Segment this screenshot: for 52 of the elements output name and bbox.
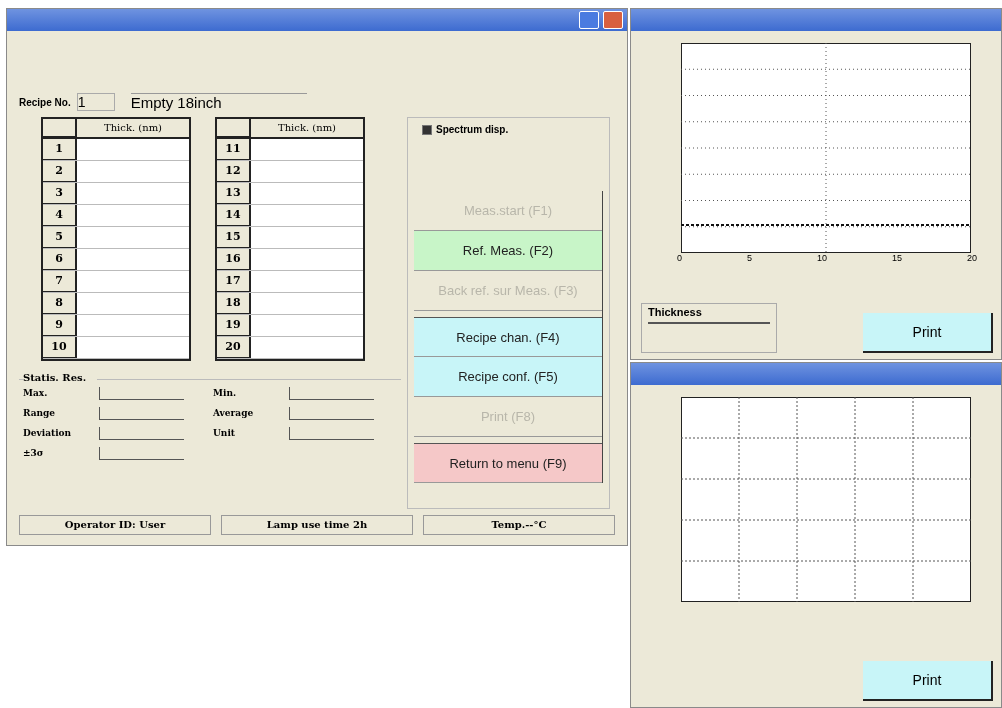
- stat-label: Unit: [213, 428, 236, 438]
- row-number: 17: [217, 271, 251, 292]
- row-number: 4: [43, 205, 77, 226]
- status-panel: Lamp use time 2h: [221, 515, 413, 535]
- axis-tick-label: 10: [816, 253, 827, 263]
- row-number: 12: [217, 161, 251, 182]
- row-number: 8: [43, 293, 77, 314]
- stat-label: Deviation: [23, 428, 73, 438]
- stat-label: Range: [23, 408, 57, 418]
- column-header: Thick. (nm): [102, 121, 164, 135]
- group-title: Thickness: [648, 306, 703, 318]
- print-button[interactable]: Print: [863, 661, 993, 701]
- row-number: 15: [217, 227, 251, 248]
- status-panel: Temp.--°C: [423, 515, 615, 535]
- row-number: 1: [43, 139, 77, 160]
- row-number: 11: [217, 139, 251, 160]
- axis-tick-label: 0: [677, 253, 682, 263]
- row-number: 14: [217, 205, 251, 226]
- row-number: 7: [43, 271, 77, 292]
- row-number: 2: [43, 161, 77, 182]
- stat-label: ±3σ: [23, 448, 45, 458]
- row-number: 19: [217, 315, 251, 336]
- minimize-button[interactable]: [579, 11, 599, 29]
- close-button[interactable]: [603, 11, 623, 29]
- row-number: 5: [43, 227, 77, 248]
- function-button[interactable]: Recipe conf. (F5): [414, 357, 602, 397]
- row-number: 6: [43, 249, 77, 270]
- recipe-label: Recipe No.: [19, 96, 71, 108]
- function-button[interactable]: Recipe chan. (F4): [414, 317, 602, 357]
- column-header: Thick. (nm): [276, 121, 338, 135]
- print-button[interactable]: Print: [863, 313, 993, 353]
- stat-label: Average: [213, 408, 255, 418]
- status-panel: Operator ID: User: [19, 515, 211, 535]
- row-number: 9: [43, 315, 77, 336]
- recipe-name: Empty 18inch: [130, 93, 307, 111]
- function-button[interactable]: Ref. Meas. (F2): [414, 231, 602, 271]
- row-number: 10: [43, 337, 77, 358]
- axis-tick-label: 5: [747, 253, 752, 263]
- row-number: 18: [217, 293, 251, 314]
- row-number: 3: [43, 183, 77, 204]
- recipe-number-field[interactable]: 1: [76, 93, 115, 111]
- row-number: 20: [217, 337, 251, 358]
- checkbox-label: Spectrum disp.: [436, 124, 509, 135]
- function-button[interactable]: Return to menu (F9): [414, 443, 602, 483]
- axis-tick-label: 20: [966, 253, 977, 263]
- stat-label: Min.: [213, 388, 238, 398]
- axis-tick-label: 15: [891, 253, 902, 263]
- checkbox[interactable]: [422, 124, 432, 135]
- row-number: 16: [217, 249, 251, 270]
- group-title: Statis. Res.: [23, 372, 97, 383]
- stat-label: Max.: [23, 388, 49, 398]
- row-number: 13: [217, 183, 251, 204]
